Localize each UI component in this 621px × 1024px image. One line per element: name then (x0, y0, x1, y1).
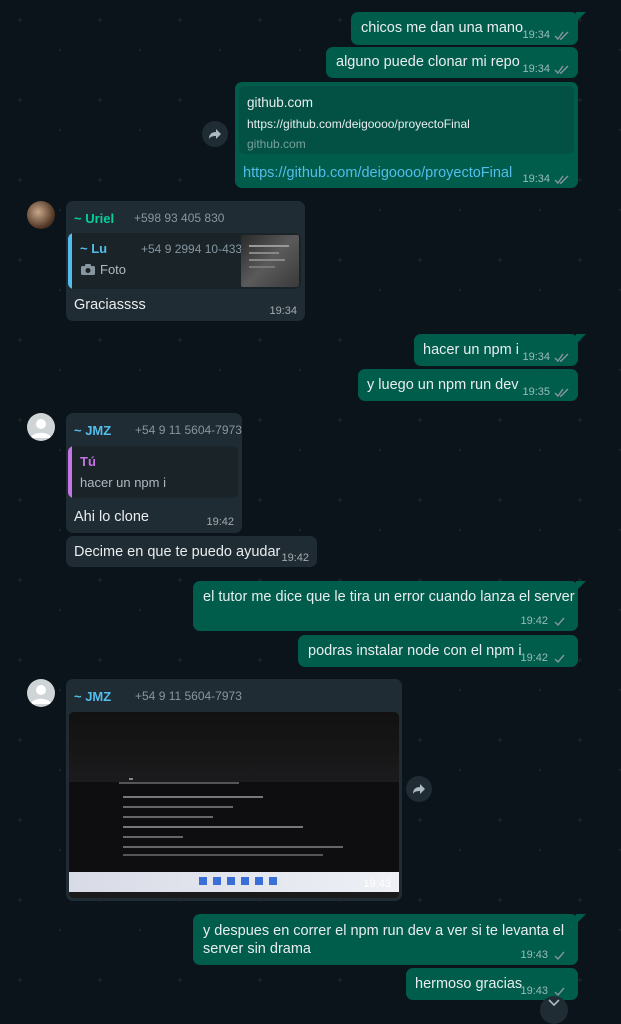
message-meta: 19:34 (522, 29, 570, 41)
quoted-sender: ~ Lu (80, 241, 108, 256)
avatar[interactable] (27, 679, 55, 707)
message-incoming[interactable]: ~ JMZ +54 9 11 5604-7973 Tú hacer un npm… (66, 413, 242, 533)
check-icon (552, 986, 568, 997)
chevron-down-icon (548, 999, 560, 1007)
message-time: 19:34 (522, 63, 550, 75)
sender-name: ~ JMZ (74, 423, 112, 438)
message-time: 19:42 (206, 516, 234, 528)
double-check-icon (554, 30, 570, 41)
avatar[interactable] (27, 413, 55, 441)
sender-name: ~ Uriel (74, 211, 115, 226)
message-text-line2: server sin drama (203, 941, 311, 957)
check-icon (552, 653, 568, 664)
message-meta: 19:34 (522, 173, 570, 185)
message-outgoing[interactable]: y luego un npm run dev 19:35 (358, 369, 578, 401)
photo-time: 19:43 (363, 878, 391, 890)
scroll-down-button[interactable] (540, 996, 568, 1024)
message-incoming-photo[interactable]: ~ JMZ +54 9 11 5604-7973 19:43 (66, 679, 402, 901)
message-outgoing[interactable]: podras instalar node con el npm i 19:42 (298, 635, 578, 667)
message-time: 19:34 (269, 305, 297, 317)
message-outgoing[interactable]: y despues en correr el npm run dev a ver… (193, 914, 586, 965)
message-time: 19:34 (522, 351, 550, 363)
quoted-text: hacer un npm i (80, 475, 166, 490)
quoted-photo-thumbnail (241, 235, 299, 287)
quoted-phone: +54 9 2994 10-4332 (141, 242, 249, 256)
link-preview[interactable]: github.com https://github.com/deigoooo/p… (239, 86, 574, 154)
message-time: 19:42 (520, 652, 548, 664)
message-text: Ahi lo clone (74, 509, 149, 525)
default-user-icon (31, 419, 51, 438)
quoted-message[interactable]: Tú hacer un npm i (68, 446, 238, 498)
message-time: 19:42 (281, 552, 309, 564)
message-incoming[interactable]: ~ Uriel +598 93 405 830 ~ Lu +54 9 2994 … (66, 201, 305, 321)
sender-phone: +54 9 11 5604-7973 (135, 689, 242, 703)
message-meta: 19:43 (520, 949, 568, 961)
forward-button[interactable] (406, 776, 432, 802)
double-check-icon (554, 387, 570, 398)
message-text: Decime en que te puedo ayudar (74, 544, 281, 560)
message-time: 19:43 (520, 949, 548, 961)
message-text-line1: y despues en correr el npm run dev a ver… (203, 923, 565, 939)
default-user-icon (31, 685, 51, 704)
message-meta: 19:42 (520, 652, 568, 664)
sender-name: ~ JMZ (74, 689, 112, 704)
quoted-sender: Tú (80, 454, 96, 469)
double-check-icon (554, 352, 570, 363)
message-text: el tutor me dice que le tira un error cu… (203, 589, 575, 605)
message-text: alguno puede clonar mi repo (336, 54, 520, 70)
sender-phone: +54 9 11 5604-7973 (135, 423, 242, 437)
camera-icon (81, 263, 95, 279)
forward-button[interactable] (202, 121, 228, 147)
sender-phone: +598 93 405 830 (134, 211, 225, 225)
quoted-message[interactable]: ~ Lu +54 9 2994 10-4332 Foto (68, 233, 301, 289)
message-text: hacer un npm i (423, 342, 519, 358)
check-icon (552, 616, 568, 627)
message-outgoing[interactable]: el tutor me dice que le tira un error cu… (193, 581, 586, 631)
link-preview-url: https://github.com/deigoooo/proyectoFina… (247, 117, 470, 131)
message-time: 19:35 (522, 386, 550, 398)
check-icon (552, 950, 568, 961)
message-meta: 19:35 (522, 386, 570, 398)
quoted-text: Foto (100, 262, 127, 277)
message-text: y luego un npm run dev (367, 377, 519, 393)
message-outgoing-link[interactable]: github.com https://github.com/deigoooo/p… (235, 82, 578, 188)
message-time: 19:42 (520, 615, 548, 627)
message-meta: 19:34 (522, 63, 570, 75)
message-outgoing[interactable]: chicos me dan una mano 19:34 (351, 12, 586, 45)
link-preview-domain: github.com (247, 137, 306, 151)
double-check-icon (554, 64, 570, 75)
avatar[interactable] (27, 201, 55, 229)
link-preview-title: github.com (247, 95, 314, 110)
message-meta: 19:34 (522, 351, 570, 363)
message-outgoing[interactable]: alguno puede clonar mi repo 19:34 (326, 47, 578, 78)
message-text: podras instalar node con el npm i (308, 643, 522, 659)
message-text: Graciassss (74, 297, 146, 313)
message-text: hermoso gracias (415, 976, 523, 992)
forward-icon (413, 784, 425, 794)
message-time: 19:34 (522, 173, 550, 185)
double-check-icon (554, 174, 570, 185)
forward-icon (209, 129, 221, 139)
message-meta: 19:42 (520, 615, 568, 627)
message-link[interactable]: https://github.com/deigoooo/proyectoFina… (243, 165, 512, 181)
message-outgoing[interactable]: hacer un npm i 19:34 (414, 334, 586, 366)
message-time: 19:34 (522, 29, 550, 41)
photo-attachment[interactable]: 19:43 (69, 712, 399, 898)
message-incoming[interactable]: Decime en que te puedo ayudar 19:42 (66, 536, 317, 567)
message-text: chicos me dan una mano (361, 20, 524, 36)
